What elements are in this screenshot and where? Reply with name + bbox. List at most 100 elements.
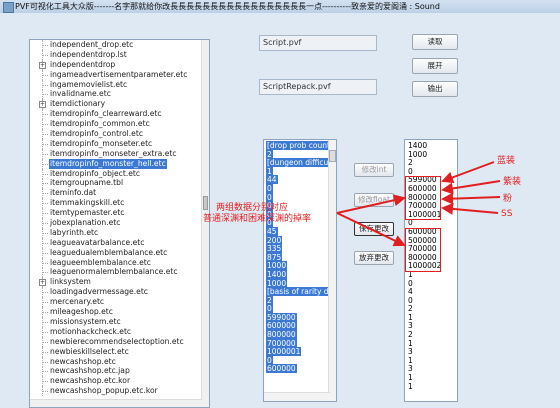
- tree-item-label: leagueavatarbalance.etc: [50, 237, 145, 247]
- tree-item-label: independentdrop.lst: [50, 49, 127, 59]
- tree-item[interactable]: newcashshop_popup.etc.kor: [30, 386, 202, 397]
- middle-list-item[interactable]: 2: [266, 295, 336, 306]
- window-title: PVF可视化工具大众版-------名字那就给你改長長長長長長長長長長長長長長長…: [15, 2, 440, 11]
- middle-list-rows: [drop prob count 2 [dungeon difficult 1 44 0 0…: [266, 141, 336, 374]
- tree-item[interactable]: jobexplanation.etc: [30, 218, 202, 229]
- tree-item[interactable]: newbieskillselect.etc: [30, 346, 202, 357]
- tree-item-label: jobexplanation.etc: [50, 218, 121, 228]
- right-list-item[interactable]: 1: [407, 382, 442, 392]
- tree-item-label: itemgroupname.tbl: [50, 178, 124, 188]
- title-bar: PVF可视化工具大众版-------名字那就给你改長長長長長長長長長長長長長長長…: [0, 0, 560, 14]
- read-button[interactable]: 读取: [412, 34, 458, 50]
- annotation-blue: 蓝装: [497, 156, 516, 166]
- tree-item-label: newbierecommendselectoption.etc: [50, 336, 184, 346]
- middle-list-item[interactable]: [basis of rarity dic: [266, 287, 336, 297]
- tree-item-label: loadingadvermessage.etc: [50, 287, 148, 297]
- tree-item[interactable]: iteminfo.dat: [30, 188, 202, 199]
- tree-item-label: linksystem: [50, 277, 91, 287]
- tree-item[interactable]: itemdropinfo_common.etc: [30, 119, 202, 130]
- tree-item[interactable]: invalidname.etc: [30, 89, 202, 100]
- modify-int-button[interactable]: 修改int: [354, 163, 394, 177]
- tree-item[interactable]: leagueemblembalance.etc: [30, 257, 202, 268]
- tree-item-label: leagueemblembalance.etc: [50, 257, 151, 267]
- export-button[interactable]: 输出: [412, 81, 458, 97]
- tree-item[interactable]: mercenary.etc: [30, 297, 202, 308]
- tree-item[interactable]: motionhackcheck.etc: [30, 326, 202, 337]
- middle-value-list[interactable]: [drop prob count 2 [dungeon difficult 1 44 0 0…: [263, 139, 337, 402]
- discard-changes-button[interactable]: 放弃更改: [354, 251, 394, 265]
- tree-item[interactable]: newcashshop.etc.kor: [30, 376, 202, 387]
- file-tree[interactable]: independent_drop.etc independentdrop.lst +…: [29, 39, 210, 408]
- app-icon: [3, 2, 14, 13]
- middle-list-item[interactable]: 600000: [266, 364, 336, 374]
- unpack-button[interactable]: 展开: [412, 58, 458, 74]
- tree-item[interactable]: loadingadvermessage.etc: [30, 287, 202, 298]
- tree-item[interactable]: + itemdictionary: [30, 99, 202, 110]
- tree-item[interactable]: + linksystem: [30, 277, 202, 288]
- save-changes-button[interactable]: 保存更改: [354, 222, 394, 236]
- tree-item[interactable]: independent_drop.etc: [30, 40, 202, 50]
- tree-item[interactable]: leaguenormalemblembalance.etc: [30, 267, 202, 278]
- tree-item[interactable]: newbierecommendselectoption.etc: [30, 336, 202, 347]
- tree-item[interactable]: newcashshop.etc: [30, 356, 202, 367]
- expand-icon[interactable]: +: [39, 101, 46, 109]
- tree-item-label: newcashshop.etc.jap: [50, 366, 130, 376]
- tree-horizontal-scrollbar[interactable]: [30, 399, 202, 407]
- tree-item[interactable]: itemmakingskill.etc: [30, 198, 202, 209]
- tree-item-label: leaguenormalemblembalance.etc: [50, 267, 178, 277]
- middle-list-item[interactable]: [drop prob count: [266, 141, 336, 151]
- tree-item[interactable]: leagueavatarbalance.etc: [30, 237, 202, 248]
- tree-item[interactable]: itemdropinfo_monseter_extra.etc: [30, 148, 202, 159]
- tree-item[interactable]: ingamemovielist.etc: [30, 79, 202, 90]
- tree-item-label: newcashshop_popup.etc.kor: [50, 386, 158, 396]
- tree-item-label: itemdropinfo_common.etc: [50, 119, 150, 129]
- tree-item[interactable]: itemtypemaster.etc: [30, 208, 202, 219]
- tree-item[interactable]: itemdropinfo_object.etc: [30, 168, 202, 179]
- tree-item-label: missionsystem.etc: [50, 316, 121, 326]
- tree-item[interactable]: missionsystem.etc: [30, 316, 202, 327]
- tree-item-label: leaguedualemblembalance.etc: [50, 247, 168, 257]
- tree-item[interactable]: newcashshop.etc.jap: [30, 366, 202, 377]
- modify-float-button[interactable]: 修改float: [354, 193, 394, 207]
- expand-icon[interactable]: +: [39, 61, 46, 69]
- tree-item[interactable]: itemgroupname.tbl: [30, 178, 202, 189]
- tree-item[interactable]: leaguedualemblembalance.etc: [30, 247, 202, 258]
- script-repack-field[interactable]: ScriptRepack.pvf: [259, 79, 377, 95]
- tree-item-label: itemdropinfo_clearreward.etc: [50, 109, 162, 119]
- tree-item-label: mileageshop.etc: [50, 307, 113, 317]
- middle-list-item[interactable]: 44: [266, 175, 336, 185]
- middle-list-scrollbar[interactable]: [328, 140, 336, 401]
- annotation-note-line2: 普通深渊和困难深渊的掉率: [203, 214, 312, 224]
- tree-scroll-thumb[interactable]: [203, 196, 208, 210]
- tree-item[interactable]: itemdropinfo_control.etc: [30, 129, 202, 140]
- tree-item-label: itemtypemaster.etc: [50, 208, 125, 218]
- middle-list-hscrollbar[interactable]: [264, 392, 330, 401]
- tree-item-label: iteminfo.dat: [50, 188, 97, 198]
- middle-scroll-thumb[interactable]: [329, 150, 336, 162]
- tree-item-label: labyrinth.etc: [50, 227, 99, 237]
- tree-item-label: independent_drop.etc: [50, 40, 134, 49]
- tree-item-label: mercenary.etc: [50, 297, 105, 307]
- middle-list-item[interactable]: 0: [266, 183, 336, 194]
- annotation-ss: SS: [501, 209, 513, 219]
- tree-item[interactable]: mileageshop.etc: [30, 307, 202, 318]
- tree-item[interactable]: ingameadvertisementparameter.etc: [30, 69, 202, 80]
- tree-item-label: newbieskillselect.etc: [50, 346, 129, 356]
- expand-icon[interactable]: +: [39, 279, 46, 287]
- tree-item[interactable]: + independentdrop: [30, 59, 202, 70]
- tree-item-label: newcashshop.etc: [50, 356, 116, 366]
- tree-item-label: itemdictionary: [50, 99, 106, 109]
- tree-item[interactable]: itemdropinfo_clearreward.etc: [30, 109, 202, 120]
- tree-item[interactable]: independentdrop.lst: [30, 49, 202, 60]
- middle-list-item[interactable]: 1000001: [266, 347, 336, 357]
- tree-item-label: itemdropinfo_object.etc: [50, 168, 141, 178]
- red-box-group-2: [405, 228, 441, 272]
- middle-list-item[interactable]: [dungeon difficult: [266, 158, 336, 168]
- annotation-pink: 粉: [503, 194, 513, 204]
- tree-item[interactable]: itemdropinfo_monseter.etc: [30, 138, 202, 149]
- tree-item[interactable]: labyrinth.etc: [30, 227, 202, 238]
- tree-item-label: itemdropinfo_monseter_extra.etc: [50, 148, 177, 158]
- script-pvf-field[interactable]: Script.pvf: [259, 35, 377, 51]
- tree-item-label: newcashshop.etc.kor: [50, 376, 131, 386]
- tree-item[interactable]: itemdropinfo_monster_hell.etc: [30, 158, 202, 169]
